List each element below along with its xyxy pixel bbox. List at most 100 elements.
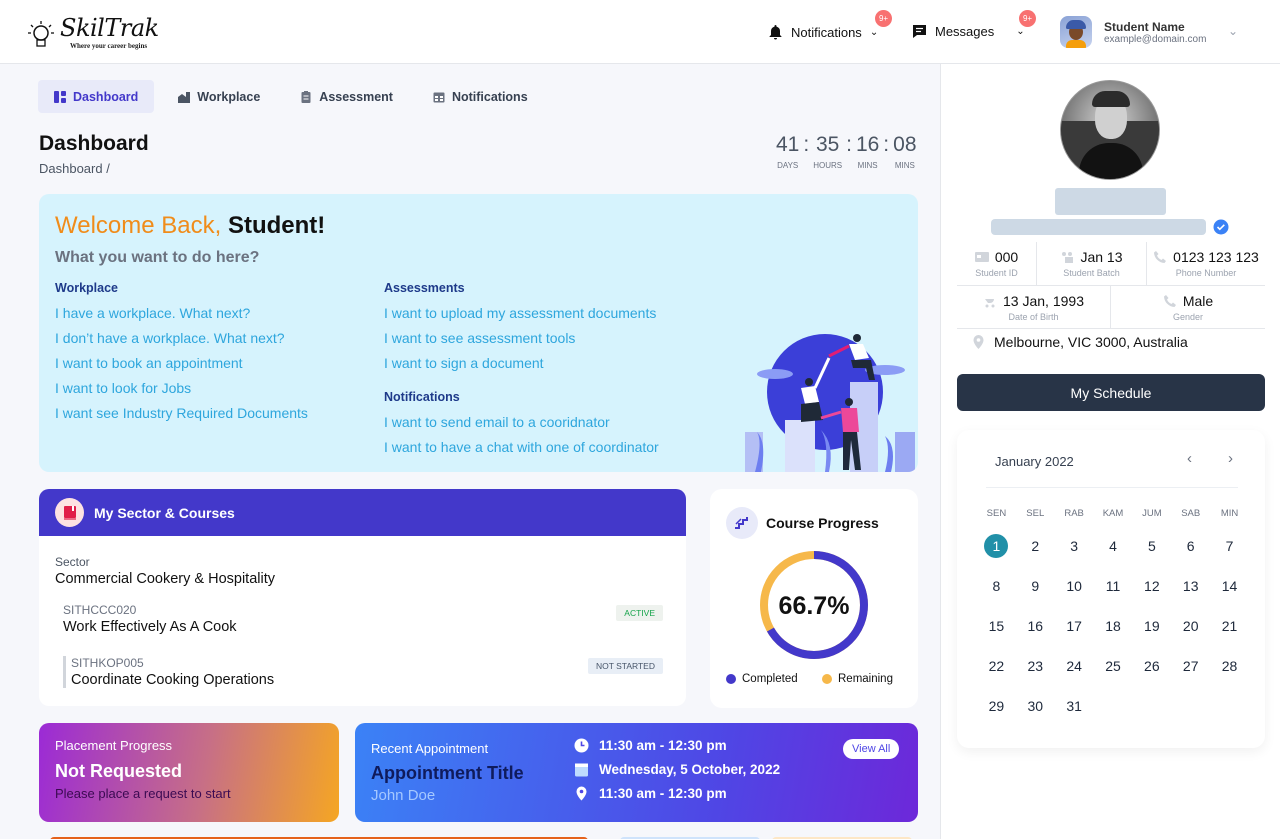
link-sign-document[interactable]: I want to sign a document [384,351,656,376]
calendar-grid: SEN SEL RAB KAM JUM SAB MIN 1 2 3 4 5 6 7 8 9 10 11 12 13 14… [977,506,1249,734]
recent-appointment-card: Recent Appointment Appointment Title Joh… [355,723,918,822]
address: Melbourne, VIC 3000, Australia [973,334,1188,350]
link-book-appointment[interactable]: I want to book an appointment [55,351,308,376]
calendar-day[interactable]: 22 [977,654,1016,694]
link-look-for-jobs[interactable]: I want to look for Jobs [55,376,308,401]
calendar-day[interactable]: 13 [1171,574,1210,614]
user-menu[interactable]: Student Name example@domain.com [1060,16,1206,48]
appointment-location: 11:30 am - 12:30 pm [574,786,727,801]
link-industry-documents[interactable]: I want see Industry Required Documents [55,401,308,426]
appointment-location-text: 11:30 am - 12:30 pm [599,786,727,801]
calendar-day[interactable]: 14 [1210,574,1249,614]
tab-assessment[interactable]: Assessment [284,80,409,113]
calendar-day[interactable]: 31 [1055,694,1094,734]
separator: : [803,133,810,156]
calendar-day[interactable]: 6 [1171,534,1210,574]
link-no-workplace[interactable]: I don’t have a workplace. What next? [55,326,308,351]
link-upload-assessment[interactable]: I want to upload my assessment documents [384,301,656,326]
calendar-day[interactable]: 5 [1132,534,1171,574]
link-chat-coordinator[interactable]: I want to have a chat with one of coordi… [384,435,659,460]
messages-badge: 9+ [1019,10,1036,27]
tab-label: Assessment [319,89,393,104]
progress-percent: 66.7% [778,592,850,620]
weekday-label: SEL [1026,508,1045,519]
student-id-cell: 000 Student ID [957,242,1037,285]
appointment-time-text: 11:30 am - 12:30 pm [599,738,727,753]
divider [986,487,1238,488]
notifications-menu[interactable]: Notifications ⌄ [768,24,878,40]
calendar-day[interactable]: 2 [1016,534,1055,574]
user-email: example@domain.com [1104,33,1207,45]
notifications-label: Notifications [791,24,862,40]
placement-progress-card[interactable]: Placement Progress Not Requested Please … [39,723,339,822]
calendar-day[interactable]: 10 [1055,574,1094,614]
tab-label: Dashboard [73,89,139,104]
appointment-title: Appointment Title [371,763,524,783]
countdown-mins: 16 [855,133,880,156]
calendar-day[interactable]: 25 [1094,654,1133,694]
course-item[interactable]: SITHKOP005 Coordinate Cooking Operations… [63,656,663,688]
calendar-day-number: 21 [1221,618,1238,634]
logo-brand: SkilTrak [60,14,159,42]
calendar-day-number: 6 [1186,538,1195,554]
messages-menu[interactable]: Messages ⌄ [912,24,1025,39]
profile-info-row: 000 Student ID Jan 13 Student Batch 0123… [957,242,1265,286]
calendar-day[interactable]: 15 [977,614,1016,654]
calendar-day[interactable]: 11 [1094,574,1133,614]
tab-workplace[interactable]: Workplace [162,80,276,113]
teamwork-illustration [745,334,915,472]
link-have-workplace[interactable]: I have a workplace. What next? [55,301,308,326]
calendar-day[interactable]: 4 [1094,534,1133,574]
calendar-day[interactable]: 12 [1132,574,1171,614]
profile-photo [1060,80,1160,180]
tab-notifications[interactable]: Notifications [417,80,544,113]
calendar-day[interactable]: 28 [1210,654,1249,694]
countdown-label: MINS [857,161,878,170]
weekday-label: JUM [1142,508,1162,519]
calendar-day[interactable]: 21 [1210,614,1249,654]
legend-dot [822,674,832,684]
message-icon [913,25,926,38]
calendar-day-number: 14 [1221,578,1238,594]
logo[interactable]: SkilTrak Where your career begins [28,14,159,54]
separator: : [883,133,890,156]
calendar-day[interactable]: 8 [977,574,1016,614]
link-send-email[interactable]: I want to send email to a cooridnator [384,410,659,435]
calendar-day-number: 27 [1182,658,1199,674]
breadcrumb[interactable]: Dashboard / [39,161,110,176]
calendar-day[interactable]: 17 [1055,614,1094,654]
chevron-left-icon[interactable]: ‹ [1187,450,1192,467]
calendar-day[interactable]: 30 [1016,694,1055,734]
calendar-day[interactable]: 19 [1132,614,1171,654]
calendar-day[interactable]: 26 [1132,654,1171,694]
calendar-day[interactable]: 18 [1094,614,1133,654]
course-progress-title: Course Progress [766,515,879,531]
calendar-day[interactable]: 29 [977,694,1016,734]
calendar-day[interactable]: 9 [1016,574,1055,614]
calendar-day[interactable]: 20 [1171,614,1210,654]
calendar-day[interactable]: 7 [1210,534,1249,574]
dob-label: Date of Birth [1008,311,1059,322]
calendar-day[interactable]: 23 [1016,654,1055,694]
calendar-day[interactable]: 16 [1016,614,1055,654]
chevron-right-icon[interactable]: › [1228,450,1233,467]
calendar-day-number: 11 [1105,578,1121,594]
dashboard-icon [54,90,66,103]
course-item[interactable]: SITHCCC020 Work Effectively As A Cook AC… [63,603,663,635]
chevron-down-icon[interactable]: ⌄ [1228,24,1238,38]
calendar-day[interactable]: 3 [1055,534,1094,574]
sector-card-title: My Sector & Courses [94,504,235,521]
calendar-day[interactable]: 24 [1055,654,1094,694]
my-schedule-button[interactable]: My Schedule [957,374,1265,411]
page-title: Dashboard [39,132,149,155]
separator: : [846,133,852,156]
view-all-button[interactable]: View All [843,739,900,759]
calendar-day[interactable]: 27 [1171,654,1210,694]
sector-label: Sector [55,555,90,569]
profile-info-row: 13 Jan, 1993 Date of Birth Male Gender [957,286,1265,329]
tab-dashboard[interactable]: Dashboard [38,80,155,113]
phone-icon [1163,294,1176,307]
calendar-day[interactable]: 1 [977,534,1016,574]
link-assessment-tools[interactable]: I want to see assessment tools [384,326,656,351]
calendar-day-number: 25 [1105,658,1121,674]
